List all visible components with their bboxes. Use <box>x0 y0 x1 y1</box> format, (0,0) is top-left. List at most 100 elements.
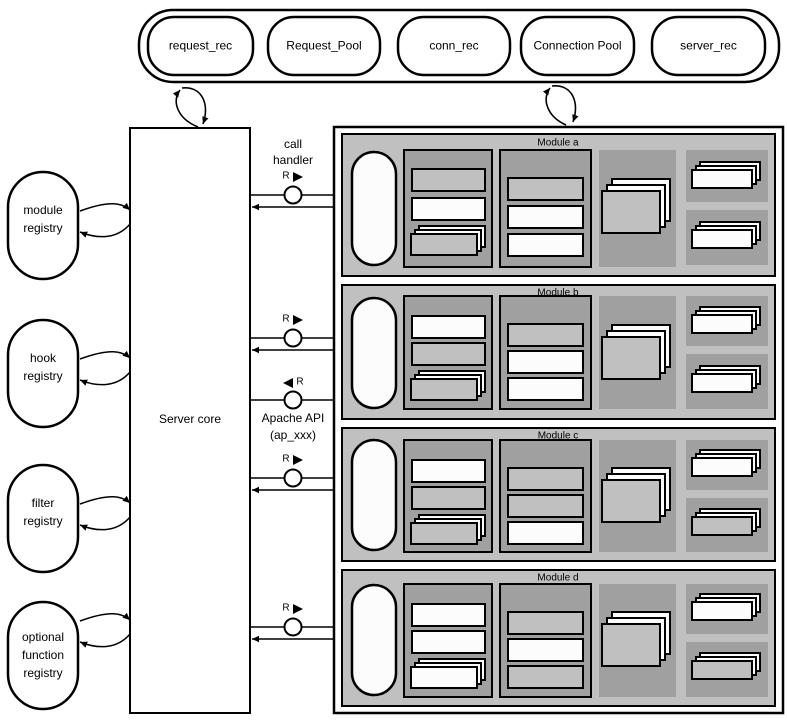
registry-hook[interactable]: hook registry <box>6 318 131 429</box>
module-a-panel-4-stack-front <box>691 169 753 189</box>
module-c-panel-4-stack-front <box>691 457 753 477</box>
connector-core-module-a: R <box>250 171 345 211</box>
apache-api-node[interactable] <box>283 390 303 410</box>
module-registry-label-line-1: module <box>23 203 63 217</box>
module-a-panel-1-item-1 <box>411 168 486 192</box>
module-registry-label-line-2: registry <box>23 221 62 235</box>
call-handler-label-line-1: call <box>284 137 302 151</box>
module-d-label: Module d <box>537 573 578 584</box>
r-marker-api: R <box>296 377 303 388</box>
arrow-core-to-optional-registry <box>79 633 131 648</box>
module-b-panel-2-item-3 <box>507 377 584 401</box>
r-marker-c: R <box>282 454 289 465</box>
arrow-optional-registry-to-core <box>79 612 131 622</box>
connector-core-module-d: R <box>250 603 345 643</box>
module-a-panel-2-item-2 <box>507 205 584 229</box>
module-a-panel-5-stack-front <box>691 229 753 249</box>
module-d-panel-2-item-3 <box>507 665 584 689</box>
data-structure-request-rec[interactable]: request_rec <box>146 15 255 77</box>
top-data-structures-group: request_rec Request_Pool conn_rec Connec… <box>137 8 781 84</box>
apache-api-label-line-1: Apache API <box>262 411 325 425</box>
module-b-panel-2-item-1 <box>507 323 584 347</box>
module-c-panel-2-item-3 <box>507 521 584 545</box>
r-marker-a: R <box>282 171 289 182</box>
arrow-down-to-modules-right <box>551 85 579 123</box>
module-a-panel-3-stack-front <box>601 190 661 234</box>
module-c-panel-2-item-1 <box>507 467 584 491</box>
data-structure-request-pool[interactable]: Request_Pool <box>266 15 382 77</box>
request-rec-label: request_rec <box>169 39 232 53</box>
module-a[interactable]: Module a <box>341 133 776 277</box>
r-triangle-a <box>293 172 303 182</box>
module-b-panel-1-stack-front <box>410 378 478 401</box>
optional-function-registry-label-line-2: function <box>22 648 64 662</box>
r-triangle-api <box>283 378 293 388</box>
call-handler-node-b[interactable] <box>283 328 303 348</box>
arrow-core-to-hook-registry <box>79 371 131 386</box>
module-d-panel-5-stack-front <box>691 660 753 680</box>
connector-core-module-b: R <box>250 314 345 354</box>
apache-architecture-diagram: request_rec Request_Pool conn_rec Connec… <box>6 8 785 715</box>
call-handler-node-a[interactable] <box>283 185 303 205</box>
arrow-core-to-filter-registry <box>79 516 131 531</box>
module-c-panel-2-item-2 <box>507 494 584 518</box>
module-a-panel-1-stack-front <box>410 233 478 256</box>
data-structure-connection-pool[interactable]: Connection Pool <box>519 15 636 77</box>
server-core[interactable]: Server core <box>129 127 251 714</box>
module-d[interactable]: Module d <box>341 569 776 707</box>
module-b-panel-4-stack-front <box>691 314 753 334</box>
registry-module[interactable]: module registry <box>6 170 131 281</box>
hook-registry-label-line-2: registry <box>23 369 62 383</box>
module-c-panel-3-stack-front <box>601 479 661 523</box>
module-d-entry-capsule <box>350 583 398 697</box>
module-d-panel-1-item-2 <box>411 630 486 654</box>
arrow-modules-up-right <box>542 87 567 126</box>
module-b-panel-1-item-2 <box>411 342 486 366</box>
module-a-panel-2-item-3 <box>507 233 584 257</box>
data-structure-conn-rec[interactable]: conn_rec <box>396 15 512 77</box>
apache-api-annotation: Apache API (ap_xxx) <box>262 411 325 442</box>
module-d-panel-1-stack-front <box>410 666 478 689</box>
module-c-entry-capsule <box>350 438 398 552</box>
module-d-panel-2-item-2 <box>507 638 584 662</box>
r-marker-b: R <box>282 314 289 325</box>
module-a-label: Module a <box>537 138 579 149</box>
module-c-panel-1-stack-front <box>410 522 478 545</box>
module-a-entry-capsule <box>350 150 398 267</box>
module-c-panel-1-item-1 <box>411 459 486 483</box>
call-handler-label-line-2: handler <box>273 153 313 167</box>
registry-optional-function[interactable]: optional function registry <box>6 600 131 711</box>
call-handler-node-c[interactable] <box>283 468 303 488</box>
diagram-canvas: request_rec Request_Pool conn_rec Connec… <box>0 0 787 720</box>
module-d-panel-4-stack-front <box>691 601 753 621</box>
core-to-structures-arrows <box>172 85 579 128</box>
data-structure-server-rec[interactable]: server_rec <box>650 15 767 77</box>
arrow-filter-registry-to-core <box>79 495 131 505</box>
request-pool-label: Request_Pool <box>286 39 361 53</box>
module-c[interactable]: Module c <box>341 427 776 562</box>
arrow-module-registry-to-core <box>79 202 131 212</box>
connector-apache-api: R <box>250 377 345 410</box>
arrow-hook-registry-to-core <box>79 350 131 360</box>
module-b[interactable]: Module b <box>341 284 776 420</box>
r-triangle-b <box>293 315 303 325</box>
module-b-panel-2-item-2 <box>507 350 584 374</box>
optional-function-registry-label-line-3: registry <box>23 666 62 680</box>
module-d-panel-1-item-1 <box>411 603 486 627</box>
arrow-core-up-left <box>172 89 199 128</box>
call-handler-annotation: call handler <box>273 137 313 167</box>
registry-filter[interactable]: filter registry <box>6 463 131 574</box>
server-core-label: Server core <box>159 412 221 426</box>
module-b-entry-capsule <box>350 296 398 410</box>
r-triangle-d <box>293 604 303 614</box>
module-b-panel-1-item-1 <box>411 315 486 339</box>
connector-core-module-c: R <box>250 454 345 494</box>
optional-function-registry-label-line-1: optional <box>22 630 64 644</box>
conn-rec-label: conn_rec <box>429 39 478 53</box>
module-a-panel-1-item-2 <box>411 197 486 221</box>
filter-registry-label-line-1: filter <box>32 496 55 510</box>
call-handler-node-d[interactable] <box>283 617 303 637</box>
module-b-panel-3-stack-front <box>601 336 661 380</box>
r-marker-d: R <box>282 603 289 614</box>
filter-registry-label-line-2: registry <box>23 514 62 528</box>
